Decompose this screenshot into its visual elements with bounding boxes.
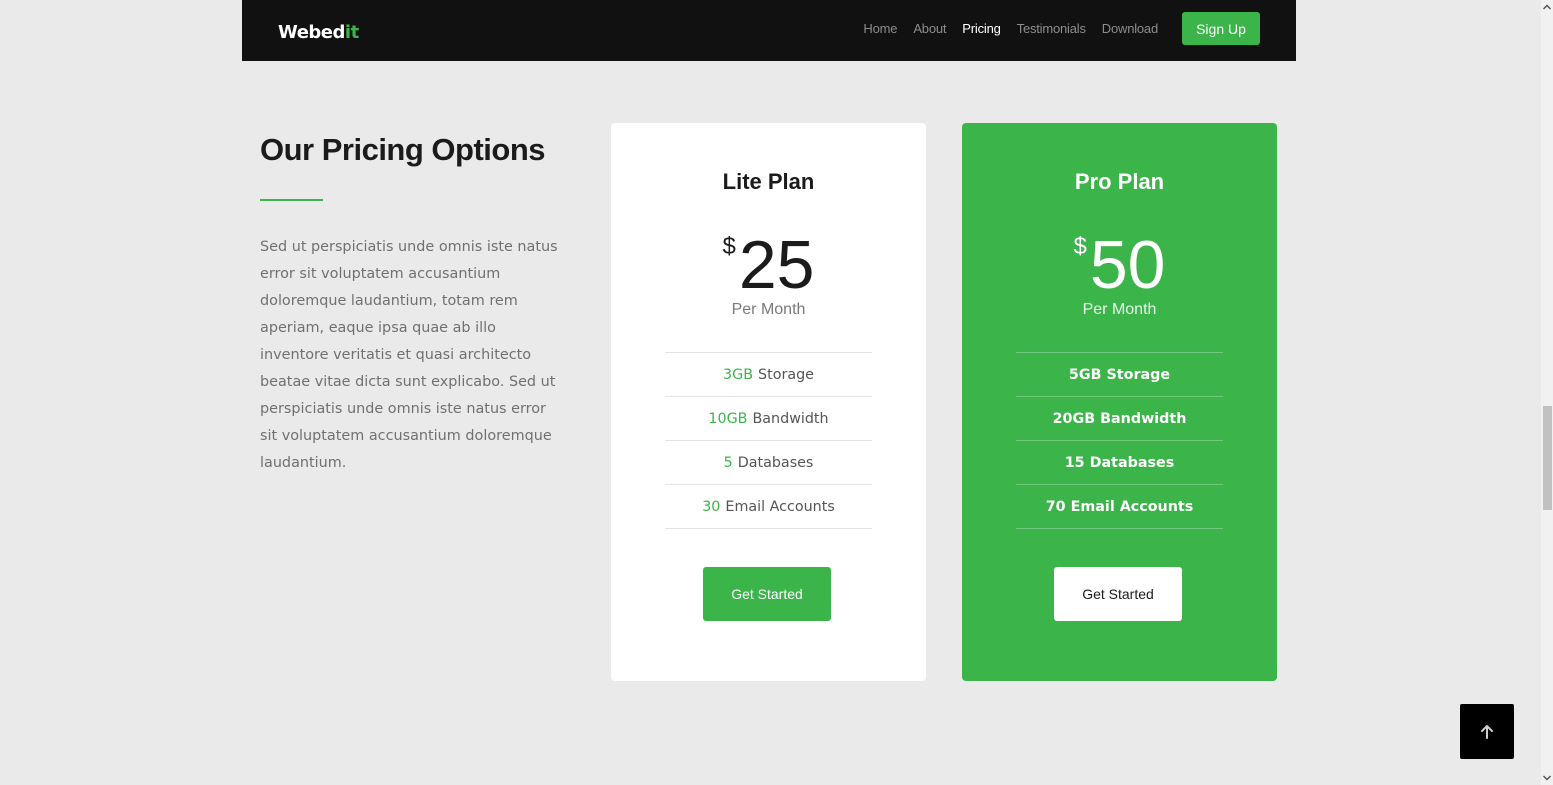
title-divider [260,199,323,201]
feature-item: 15 Databases [1016,441,1223,485]
price-amount: 25 [738,227,815,303]
feature-value: 20GB [1052,410,1096,427]
feature-value: 5GB [1068,366,1102,383]
nav-link-pricing[interactable]: Pricing [962,21,1001,36]
pricing-card-pro: Pro Plan $ 50 Per Month 5GB Storage 20GB B… [962,123,1277,681]
plan-name: Lite Plan [722,169,815,194]
price-currency: $ [1073,233,1087,260]
plan-price: $ 25 [611,227,926,303]
feature-label: Storage [1106,366,1171,383]
scroll-up-icon[interactable] [1541,0,1553,14]
feature-list: 3GB Storage 10GB Bandwidth 5 Databases 30 Em… [665,352,872,529]
navbar: Webedit Home About Pricing Testimonials … [242,0,1296,61]
price-currency: $ [722,233,736,260]
price-period: Per Month [1082,301,1157,318]
nav-link-download[interactable]: Download [1102,21,1158,36]
pricing-card-lite: Lite Plan $ 25 Per Month 3GB Storage 10GB… [611,123,926,681]
feature-value: 5 [723,454,733,471]
brand-logo[interactable]: Webedit [278,22,359,43]
nav-links: Home About Pricing Testimonials Download [863,0,1158,56]
feature-item: 20GB Bandwidth [1016,397,1223,441]
section-title: Our Pricing Options [260,132,546,167]
feature-item: 3GB Storage [665,353,872,397]
feature-item: 5 Databases [665,441,872,485]
plan-name: Pro Plan [1074,169,1165,194]
feature-value: 3GB [723,366,754,383]
nav-link-testimonials[interactable]: Testimonials [1017,21,1086,36]
feature-item: 5GB Storage [1016,353,1223,397]
feature-item: 30 Email Accounts [665,485,872,529]
nav-link-home[interactable]: Home [863,21,897,36]
feature-label: Storage [758,366,814,383]
brand-main: Webed [278,22,345,43]
back-to-top-button[interactable] [1460,704,1514,759]
feature-item: 70 Email Accounts [1016,485,1223,529]
feature-value: 10GB [708,410,748,427]
get-started-button-lite[interactable]: Get Started [703,567,831,621]
feature-label: Email Accounts [1070,498,1194,515]
nav-link-about[interactable]: About [913,21,946,36]
feature-label: Databases [737,454,814,471]
feature-value: 15 [1064,454,1085,471]
price-amount: 50 [1089,227,1166,303]
get-started-button-pro[interactable]: Get Started [1054,567,1182,621]
section-description: Sed ut perspiciatis unde omnis iste natu… [260,239,558,471]
feature-item: 10GB Bandwidth [665,397,872,441]
feature-label: Bandwidth [1100,410,1187,427]
price-period: Per Month [731,301,806,318]
feature-list: 5GB Storage 20GB Bandwidth 15 Databases 70 E… [1016,352,1223,529]
feature-value: 70 [1045,498,1066,515]
plan-price: $ 50 [962,227,1277,303]
brand-accent: it [344,22,359,43]
feature-value: 30 [702,498,721,515]
feature-label: Databases [1089,454,1175,471]
page-scrollbar[interactable] [1541,0,1553,785]
feature-label: Email Accounts [725,498,835,515]
sign-up-button[interactable]: Sign Up [1182,12,1260,45]
feature-label: Bandwidth [752,410,829,427]
scrollbar-thumb[interactable] [1543,406,1552,510]
scroll-down-icon[interactable] [1541,771,1553,785]
arrow-up-icon [1481,724,1493,739]
